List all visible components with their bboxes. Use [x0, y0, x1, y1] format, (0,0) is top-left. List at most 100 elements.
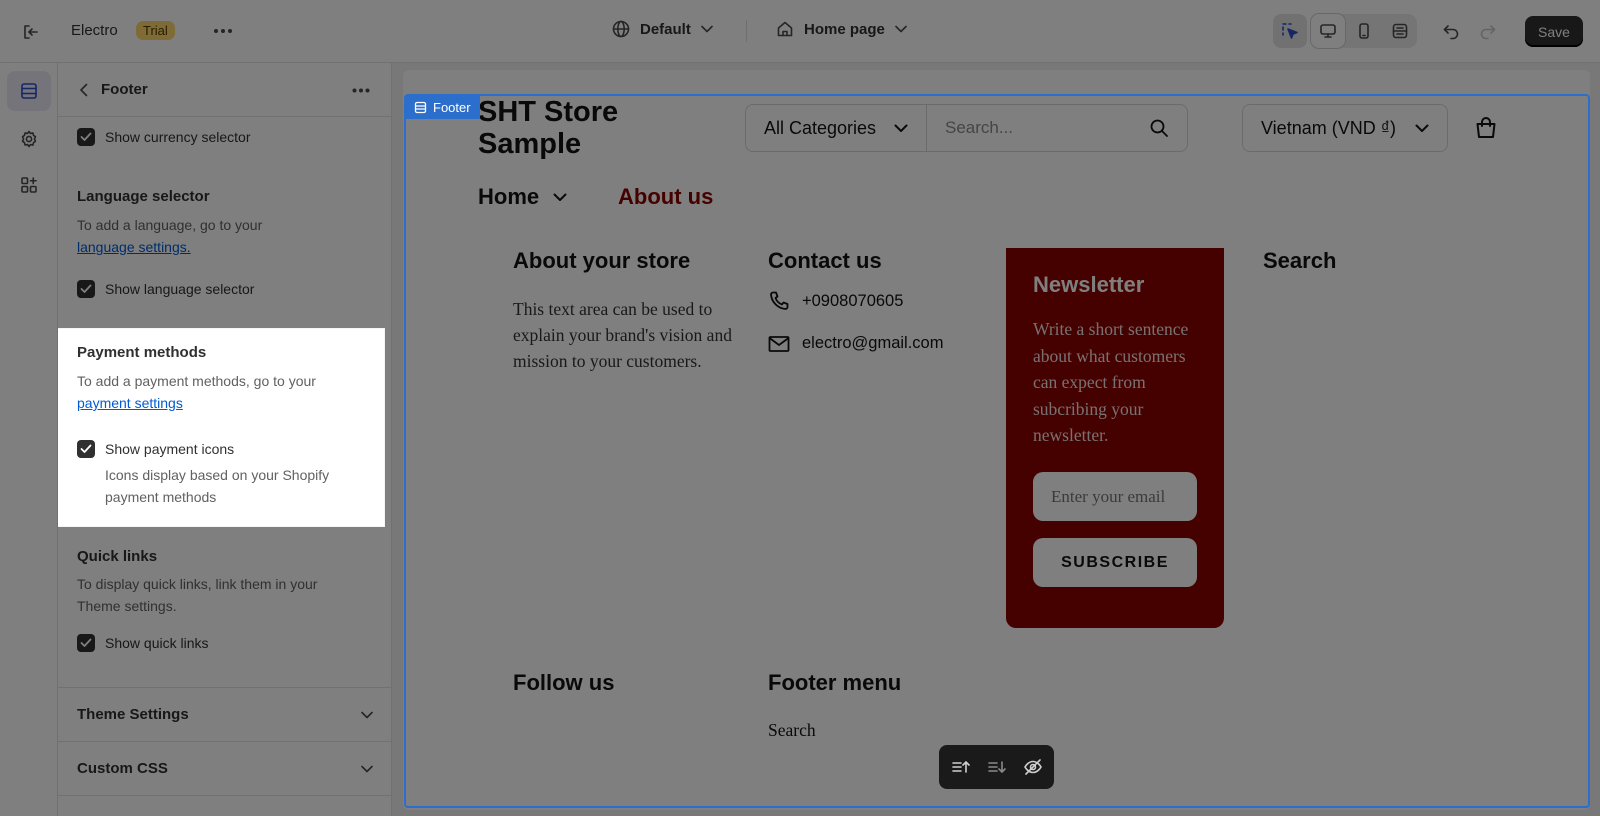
move-up-icon — [951, 760, 970, 773]
phone-icon — [770, 291, 789, 310]
apps-icon — [21, 177, 37, 193]
chevron-down-icon — [1415, 124, 1429, 132]
cart-button[interactable] — [1474, 116, 1498, 140]
preview-tools — [1273, 14, 1417, 48]
chevron-down-icon — [361, 711, 373, 718]
sections-button[interactable] — [7, 71, 51, 111]
search-placeholder: Search... — [945, 118, 1014, 137]
move-up-button[interactable] — [948, 754, 974, 780]
page-selector-label: Home page — [804, 20, 885, 38]
page-selector[interactable]: Home page — [776, 20, 907, 38]
fullscreen-view-button[interactable] — [1383, 14, 1417, 48]
subscribe-button[interactable]: SUBSCRIBE — [1033, 538, 1197, 587]
apps-button[interactable] — [7, 165, 51, 205]
chevron-down-icon — [895, 25, 907, 33]
nav-home[interactable]: Home — [478, 184, 567, 210]
more-actions-button[interactable] — [210, 18, 236, 44]
newsletter-block: Newsletter Write a short sentence about … — [1006, 248, 1224, 628]
back-button[interactable] — [72, 78, 96, 102]
language-help: To add a language, go to your language s… — [77, 214, 367, 258]
payment-help: To add a payment methods, go to your pay… — [77, 370, 367, 414]
footer-menu-link[interactable]: Search — [768, 720, 816, 741]
gear-icon — [21, 130, 37, 148]
footer-menu-heading: Footer menu — [768, 670, 902, 695]
language-settings-link[interactable]: language settings. — [77, 239, 191, 255]
theme-selector-label: Default — [640, 20, 691, 38]
chevron-down-icon — [553, 193, 567, 201]
email-text: electro@gmail.com — [802, 334, 944, 352]
undo-button[interactable] — [1434, 14, 1468, 48]
search-heading: Search — [1263, 248, 1337, 273]
payment-icons-checkbox[interactable]: Show payment icons — [77, 440, 234, 458]
shopping-bag-icon — [1476, 117, 1496, 138]
exit-button[interactable] — [18, 19, 44, 45]
theme-settings-collapsible[interactable]: Theme Settings — [77, 706, 373, 723]
divider — [58, 741, 391, 742]
mobile-icon — [1359, 23, 1369, 39]
payment-heading: Payment methods — [77, 344, 207, 361]
store-logo-text[interactable]: SHT Store Sample — [478, 96, 678, 160]
checkbox-label: Show payment icons — [105, 441, 235, 457]
theme-preview: SHT Store Sample All Categories Search..… — [403, 70, 1590, 810]
hide-section-button[interactable] — [1020, 754, 1046, 780]
about-heading: About your store — [513, 248, 691, 273]
section-tag[interactable]: Footer — [405, 95, 480, 119]
language-heading: Language selector — [77, 188, 210, 205]
checkbox-checked[interactable] — [77, 280, 95, 298]
newsletter-text: Write a short sentence about what custom… — [1033, 319, 1189, 445]
checkbox-checked[interactable] — [77, 634, 95, 652]
check-icon — [80, 284, 92, 293]
globe-icon — [612, 20, 630, 38]
checkbox-checked[interactable] — [77, 440, 95, 458]
quick-links-heading: Quick links — [77, 548, 158, 565]
contact-email[interactable]: electro@gmail.com — [768, 334, 943, 353]
store-footer: About your store This text area can be u… — [438, 248, 1538, 810]
move-down-button[interactable] — [984, 754, 1010, 780]
payment-settings-link[interactable]: payment settings — [77, 395, 183, 411]
language-checkbox[interactable]: Show language selector — [77, 280, 254, 298]
chevron-left-icon — [80, 83, 88, 97]
store-search-input[interactable]: Search... — [926, 104, 1188, 152]
theme-selector[interactable]: Default — [612, 20, 713, 38]
nav-about-us[interactable]: About us — [618, 184, 713, 210]
store-name: Electro — [71, 22, 118, 39]
quick-links-checkbox[interactable]: Show quick links — [77, 634, 209, 652]
move-down-icon — [987, 761, 1006, 774]
section-more-button[interactable] — [348, 78, 374, 102]
redo-button[interactable] — [1471, 14, 1505, 48]
section-icon — [414, 101, 427, 113]
settings-sidebar: Footer Show currency selector Language s… — [58, 63, 392, 816]
chevron-down-icon — [894, 124, 908, 132]
sidebar-title: Footer — [101, 81, 148, 98]
theme-settings-button[interactable] — [7, 119, 51, 159]
mobile-view-button[interactable] — [1347, 14, 1381, 48]
newsletter-email-input[interactable] — [1033, 472, 1197, 521]
check-icon — [80, 638, 92, 647]
checkbox-label: Show currency selector — [105, 129, 251, 145]
country-select-value: Vietnam (VND ₫) — [1261, 117, 1396, 138]
language-help-text: To add a language, go to your — [77, 217, 263, 233]
undo-icon — [1443, 25, 1459, 40]
country-select[interactable]: Vietnam (VND ₫) — [1242, 104, 1448, 152]
chevron-down-icon — [701, 25, 713, 33]
contact-phone[interactable]: +0908070605 — [768, 290, 903, 312]
checkbox-checked[interactable] — [77, 128, 95, 146]
newsletter-heading: Newsletter — [1033, 272, 1145, 297]
inspect-button[interactable] — [1273, 14, 1307, 48]
desktop-view-button[interactable] — [1311, 14, 1345, 48]
trial-badge: Trial — [136, 21, 175, 40]
category-select[interactable]: All Categories — [745, 104, 927, 152]
payment-icons-help: Icons display based on your Shopify paym… — [105, 467, 330, 505]
home-icon — [777, 21, 793, 37]
save-button[interactable]: Save — [1525, 16, 1583, 47]
payment-help-text: To add a payment methods, go to your — [77, 373, 316, 389]
fullscreen-icon — [1392, 23, 1408, 39]
check-icon — [80, 444, 92, 453]
top-bar: Electro Trial Default Home page Save — [0, 0, 1600, 63]
more-horizontal-icon — [214, 29, 232, 33]
custom-css-collapsible[interactable]: Custom CSS — [77, 760, 373, 777]
redo-icon — [1480, 25, 1496, 40]
follow-us-heading: Follow us — [513, 670, 615, 695]
payment-methods-block: Payment methods To add a payment methods… — [58, 329, 384, 526]
currency-checkbox[interactable]: Show currency selector — [77, 128, 251, 146]
